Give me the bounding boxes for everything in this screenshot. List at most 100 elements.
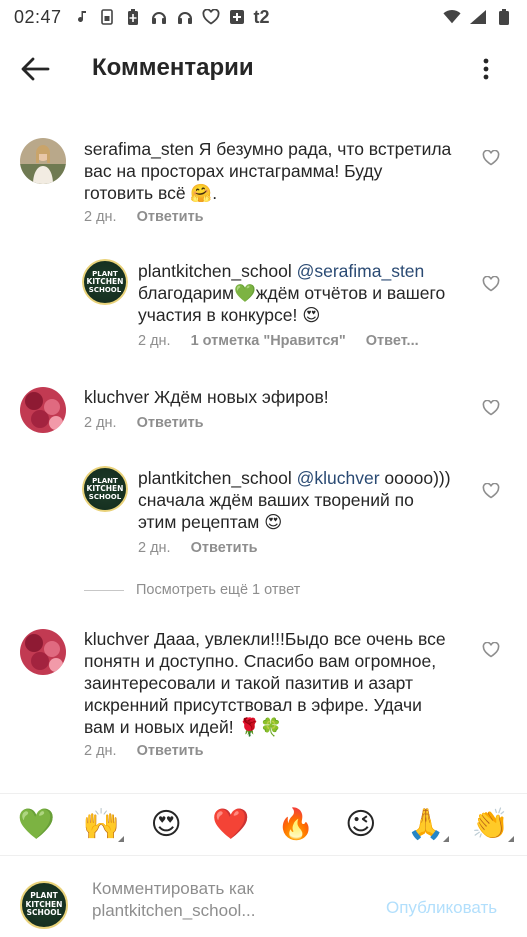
emoji-glyph: 🙏 [407, 807, 445, 842]
headphones-icon-2 [176, 8, 194, 26]
comment-line: понятн и доступно. Спасибо вам огромное, [84, 651, 437, 671]
skin-tone-indicator-icon [118, 836, 125, 842]
avatar[interactable] [20, 629, 66, 675]
my-avatar: PLANT KITCHEN SCHOOL [20, 881, 68, 929]
comment-username[interactable]: kluchver [84, 629, 149, 649]
comment-line: ооооо))) [384, 468, 451, 488]
avatar[interactable]: PLANT KITCHEN SCHOOL [82, 466, 128, 512]
view-more-label: Посмотреть ещё 1 ответ [136, 582, 301, 598]
music-note-icon [72, 8, 90, 26]
emoji-folded-hands-button[interactable]: 🙏 [401, 807, 451, 842]
likes-count-button[interactable]: 1 отметка "Нравится" [191, 333, 346, 349]
comment-line: благодарим💚ждём отчётов и вашего [138, 283, 446, 303]
mention-link[interactable]: @serafima_sten [297, 261, 425, 281]
sim-card-icon [98, 8, 116, 26]
skin-tone-indicator-icon [442, 836, 449, 842]
comment-text: serafima_sten Я безумно рада, что встрет… [84, 138, 474, 204]
status-system-icons [443, 8, 513, 26]
comment-text: kluchver Дааа, увлекли!!!Быдо все очень … [84, 628, 479, 738]
comment-username[interactable]: plantkitchen_school [138, 261, 292, 281]
comment-line: вас на просторах инстаграмма! Буду [84, 161, 383, 181]
medical-cross-icon [228, 8, 246, 26]
emoji-glyph: 👏 [471, 807, 510, 842]
comment-time: 2 дн. [138, 333, 171, 349]
emoji-fire-button[interactable]: 🔥 [271, 807, 321, 842]
divider-line [84, 589, 124, 591]
comment-username[interactable]: kluchver [84, 387, 149, 407]
plantkitchen-logo: PLANT KITCHEN SCHOOL [82, 259, 128, 305]
more-options-icon[interactable] [474, 54, 498, 84]
reply-button[interactable]: Ответить [137, 415, 204, 431]
battery-plus-icon [124, 8, 142, 26]
carrier-label: t2 [253, 6, 270, 27]
status-bar: 02:47 t2 [0, 0, 527, 34]
comment-line: готовить всё 🤗. [84, 183, 218, 203]
comment-time: 2 дн. [84, 415, 117, 431]
comment-line: искренний присутствовал в эфире. Удачи [84, 695, 422, 715]
emoji-green-heart-button[interactable]: 💚 [11, 807, 61, 842]
skin-tone-indicator-icon [507, 836, 514, 842]
comment-meta: 2 дн. Ответить [84, 209, 204, 225]
emoji-wink-button[interactable]: 😉 [336, 807, 386, 842]
comment-text: kluchver Ждём новых эфиров! [84, 386, 474, 408]
comment-line: заинтересовали и такой пазитив и азарт [84, 673, 414, 693]
headphones-icon [150, 8, 168, 26]
emoji-heart-eyes-button[interactable]: 😍 [141, 807, 191, 842]
comment-line: Дааа, увлекли!!!Быдо все очень все [154, 629, 446, 649]
battery-icon [495, 8, 513, 26]
logo-text: SCHOOL [26, 908, 62, 918]
emoji-raising-hands-button[interactable]: 🙌 [76, 807, 126, 842]
like-heart-icon[interactable] [482, 399, 500, 418]
comment-item: kluchver Дааа, увлекли!!!Быдо все очень … [0, 622, 527, 772]
comment-line: Ждём новых эфиров! [154, 387, 329, 407]
comment-item: kluchver Ждём новых эфиров! 2 дн. Ответи… [0, 380, 527, 440]
emoji-clapping-button[interactable]: 👏 [466, 807, 516, 842]
avatar[interactable] [20, 138, 66, 184]
mention-link[interactable]: @kluchver [297, 468, 380, 488]
comment-text: plantkitchen_school @serafima_sten благо… [138, 260, 478, 326]
comment-line: участия в конкурсе! 😍 [138, 305, 321, 325]
comment-line: этим рецептам 😍 [138, 512, 283, 532]
comment-username[interactable]: serafima_sten [84, 139, 194, 159]
status-notification-icons: t2 [72, 7, 270, 28]
back-arrow-icon[interactable] [18, 54, 52, 84]
view-more-replies-button[interactable]: Посмотреть ещё 1 ответ [84, 582, 300, 598]
like-heart-icon[interactable] [482, 149, 500, 168]
plantkitchen-logo: PLANT KITCHEN SCHOOL [82, 466, 128, 512]
plantkitchen-logo: PLANT KITCHEN SCHOOL [20, 881, 68, 929]
like-heart-icon[interactable] [482, 275, 500, 294]
comment-line: вам и новых идей! 🌹🍀 [84, 717, 283, 737]
comment-composer: PLANT KITCHEN SCHOOL Комментировать как … [0, 855, 527, 937]
reply-item: PLANT KITCHEN SCHOOL plantkitchen_school @… [0, 463, 527, 563]
wifi-icon [443, 8, 461, 26]
avatar[interactable]: PLANT KITCHEN SCHOOL [82, 259, 128, 305]
emoji-glyph: 🙌 [82, 807, 120, 842]
comment-time: 2 дн. [138, 540, 171, 556]
page-title: Комментарии [92, 54, 254, 81]
reply-item: PLANT KITCHEN SCHOOL plantkitchen_school @… [0, 256, 527, 356]
comment-line: Я безумно рада, что встретила [198, 139, 452, 159]
like-heart-icon[interactable] [482, 641, 500, 660]
avatar[interactable] [20, 387, 66, 433]
emoji-red-heart-button[interactable]: ❤️ [206, 807, 256, 842]
comment-meta: 2 дн. Ответить [84, 415, 204, 431]
top-app-bar: Комментарии [0, 34, 527, 104]
emoji-quick-bar: 💚 🙌 😍 ❤️ 🔥 😉 🙏 👏 [0, 793, 527, 855]
comment-line: сначала ждём ваших творений по [138, 490, 414, 510]
publish-button[interactable]: Опубликовать [386, 898, 497, 918]
reply-button[interactable]: Ответ... [366, 333, 419, 349]
comment-meta: 2 дн. Ответить [138, 540, 258, 556]
like-heart-icon[interactable] [482, 482, 500, 501]
comment-time: 2 дн. [84, 743, 117, 759]
comment-input[interactable]: Комментировать как plantkitchen_school..… [92, 878, 372, 922]
comment-meta: 2 дн. Ответить [84, 743, 204, 759]
reply-button[interactable]: Ответить [191, 540, 258, 556]
reply-button[interactable]: Ответить [137, 209, 204, 225]
comment-username[interactable]: plantkitchen_school [138, 468, 292, 488]
comment-meta: 2 дн. 1 отметка "Нравится" Ответ... [138, 333, 419, 349]
reply-button[interactable]: Ответить [137, 743, 204, 759]
heart-outline-icon [202, 8, 220, 26]
status-time: 02:47 [14, 6, 62, 27]
comment-item: serafima_sten Я безумно рада, что встрет… [0, 130, 527, 230]
comment-text: plantkitchen_school @kluchver ооооо))) с… [138, 467, 478, 533]
